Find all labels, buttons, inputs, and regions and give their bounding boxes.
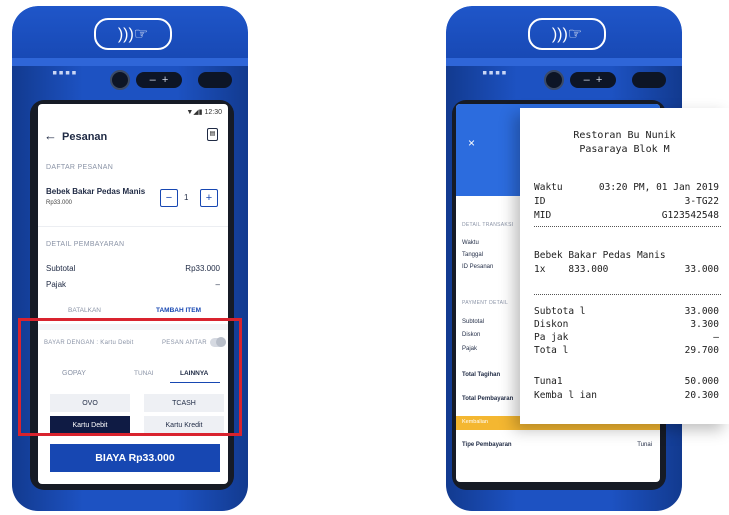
status-time: 12:30 — [204, 109, 222, 116]
pay-pajak-label: Pajak — [462, 346, 478, 352]
receipt-row-value: 29.700 — [684, 345, 719, 356]
qty-value: 1 — [184, 193, 189, 202]
tanggal-label: Tanggal — [462, 252, 484, 258]
receipt-mid-row: MID G123542548 — [534, 210, 719, 221]
receipt-row-kembalian: Kemba l ian 20.300 — [534, 390, 719, 401]
subtotal-value: Rp33.000 — [185, 264, 220, 273]
item-price: Rp33.000 — [46, 200, 73, 206]
receipt-row-label: Tota l — [534, 345, 569, 356]
receipt-id-row: ID 3-TG22 — [534, 196, 719, 207]
receipt-item-qty-price: 1x 833.000 — [534, 264, 608, 275]
nfc-icon: )))☞ — [528, 18, 606, 50]
speaker-dots: ▪▪▪▪ — [482, 68, 508, 78]
receipt-id-label: ID — [534, 196, 546, 207]
volume-button[interactable]: – + — [570, 72, 616, 88]
receipt-row-diskon: Diskon 3.300 — [534, 319, 719, 330]
receipt-row-value: 20.300 — [684, 390, 719, 401]
signal-icon: ▼◢▮ — [186, 109, 205, 116]
receipt-waktu-label: Waktu — [534, 182, 563, 193]
close-icon[interactable]: × — [468, 136, 475, 150]
receipt-separator — [534, 294, 721, 295]
volume-button[interactable]: – + — [136, 72, 182, 88]
receipt-waktu-row: Waktu 03:20 PM, 01 Jan 2019 — [534, 182, 719, 193]
receipt-row-subtotal: Subtota l 33.000 — [534, 306, 719, 317]
page-title: Pesanan — [62, 131, 108, 143]
receipt-row-value: 50.000 — [684, 376, 719, 387]
kembalian-bar-label: Kembalian — [462, 419, 488, 425]
receipt-row-label: Tuna1 — [534, 376, 563, 387]
receipt-separator — [534, 226, 721, 227]
camera-icon — [110, 70, 130, 90]
receipt-row-label: Kemba l ian — [534, 390, 597, 401]
receipt-row-value: 33.000 — [684, 306, 719, 317]
receipt-id-value: 3-TG22 — [684, 196, 719, 207]
pajak-value: – — [215, 280, 220, 289]
total-pembayaran-label: Total Pembayaran — [462, 396, 514, 402]
qty-plus-button[interactable]: + — [200, 189, 218, 207]
nfc-icon: )))☞ — [94, 18, 172, 50]
receipt-row-total: Tota l 29.700 — [534, 345, 719, 356]
receipt-item-name: Bebek Bakar Pedas Manis — [534, 250, 666, 261]
receipt-row-label: Subtota l — [534, 306, 586, 317]
receipt-waktu-value: 03:20 PM, 01 Jan 2019 — [598, 182, 719, 193]
printed-receipt: Restoran Bu Nunik Pasaraya Blok M Waktu … — [520, 108, 729, 424]
pay-diskon-label: Diskon — [462, 332, 481, 338]
pay-subtotal-label: Subtotal — [462, 319, 485, 325]
payment-detail-label: PAYMENT DETAIL — [462, 300, 509, 306]
receipt-item-row: 1x 833.000 33.000 — [534, 264, 719, 275]
tipe-pembayaran-value: Tunai — [637, 442, 652, 448]
divider — [38, 226, 228, 227]
biaya-button[interactable]: BIAYA Rp33.000 — [50, 444, 220, 472]
tambah-item-button[interactable]: TAMBAH ITEM — [156, 307, 201, 314]
detail-transaksi-label: DETAIL TRANSAKSI — [462, 222, 514, 228]
tipe-pembayaran-label: Tipe Pembayaran — [462, 442, 512, 448]
total-tagihan-label: Total Tagihan — [462, 372, 501, 378]
receipt-row-label: Pa jak — [534, 332, 569, 343]
receipt-row-tunai: Tuna1 50.000 — [534, 376, 719, 387]
receipt-mid-label: MID — [534, 210, 552, 221]
receipt-icon[interactable]: ▤ — [207, 128, 218, 141]
power-button[interactable] — [198, 72, 232, 88]
batalkan-button[interactable]: BATALKAN — [68, 307, 101, 314]
power-button[interactable] — [632, 72, 666, 88]
item-name: Bebek Bakar Pedas Manis — [46, 187, 146, 196]
id-pesanan-label: ID Pesanan — [462, 264, 494, 270]
subtotal-label: Subtotal — [46, 264, 76, 273]
order-section-label: DAFTAR PESANAN — [46, 164, 114, 171]
back-arrow-icon[interactable]: ← — [44, 128, 57, 143]
store-name: Restoran Bu Nunik — [573, 130, 676, 141]
payment-section-label: DETAIL PEMBAYARAN — [46, 241, 125, 248]
qty-minus-button[interactable]: − — [160, 189, 178, 207]
receipt-item-total: 33.000 — [684, 264, 719, 275]
receipt-mid-value: G123542548 — [661, 210, 719, 221]
receipt-row-pajak: Pa jak – — [534, 332, 719, 343]
store-location: Pasaraya Blok M — [579, 144, 670, 155]
left-pos-device: )))☞ ▪▪▪▪ – + ▼◢▮ 12:30 ← Pesanan ▤ DAFT… — [12, 6, 248, 511]
waktu-label: Waktu — [462, 240, 479, 246]
receipt-item-unit-price: 833.000 — [568, 264, 609, 275]
camera-icon — [544, 70, 564, 90]
receipt-row-label: Diskon — [534, 319, 569, 330]
receipt-row-value: 3.300 — [690, 319, 719, 330]
receipt-item-qty: 1x — [534, 264, 546, 275]
speaker-dots: ▪▪▪▪ — [52, 68, 78, 78]
status-bar: ▼◢▮ 12:30 — [186, 108, 222, 116]
receipt-row-value: – — [713, 332, 719, 343]
pajak-label: Pajak — [46, 280, 67, 289]
highlight-box — [18, 318, 242, 436]
